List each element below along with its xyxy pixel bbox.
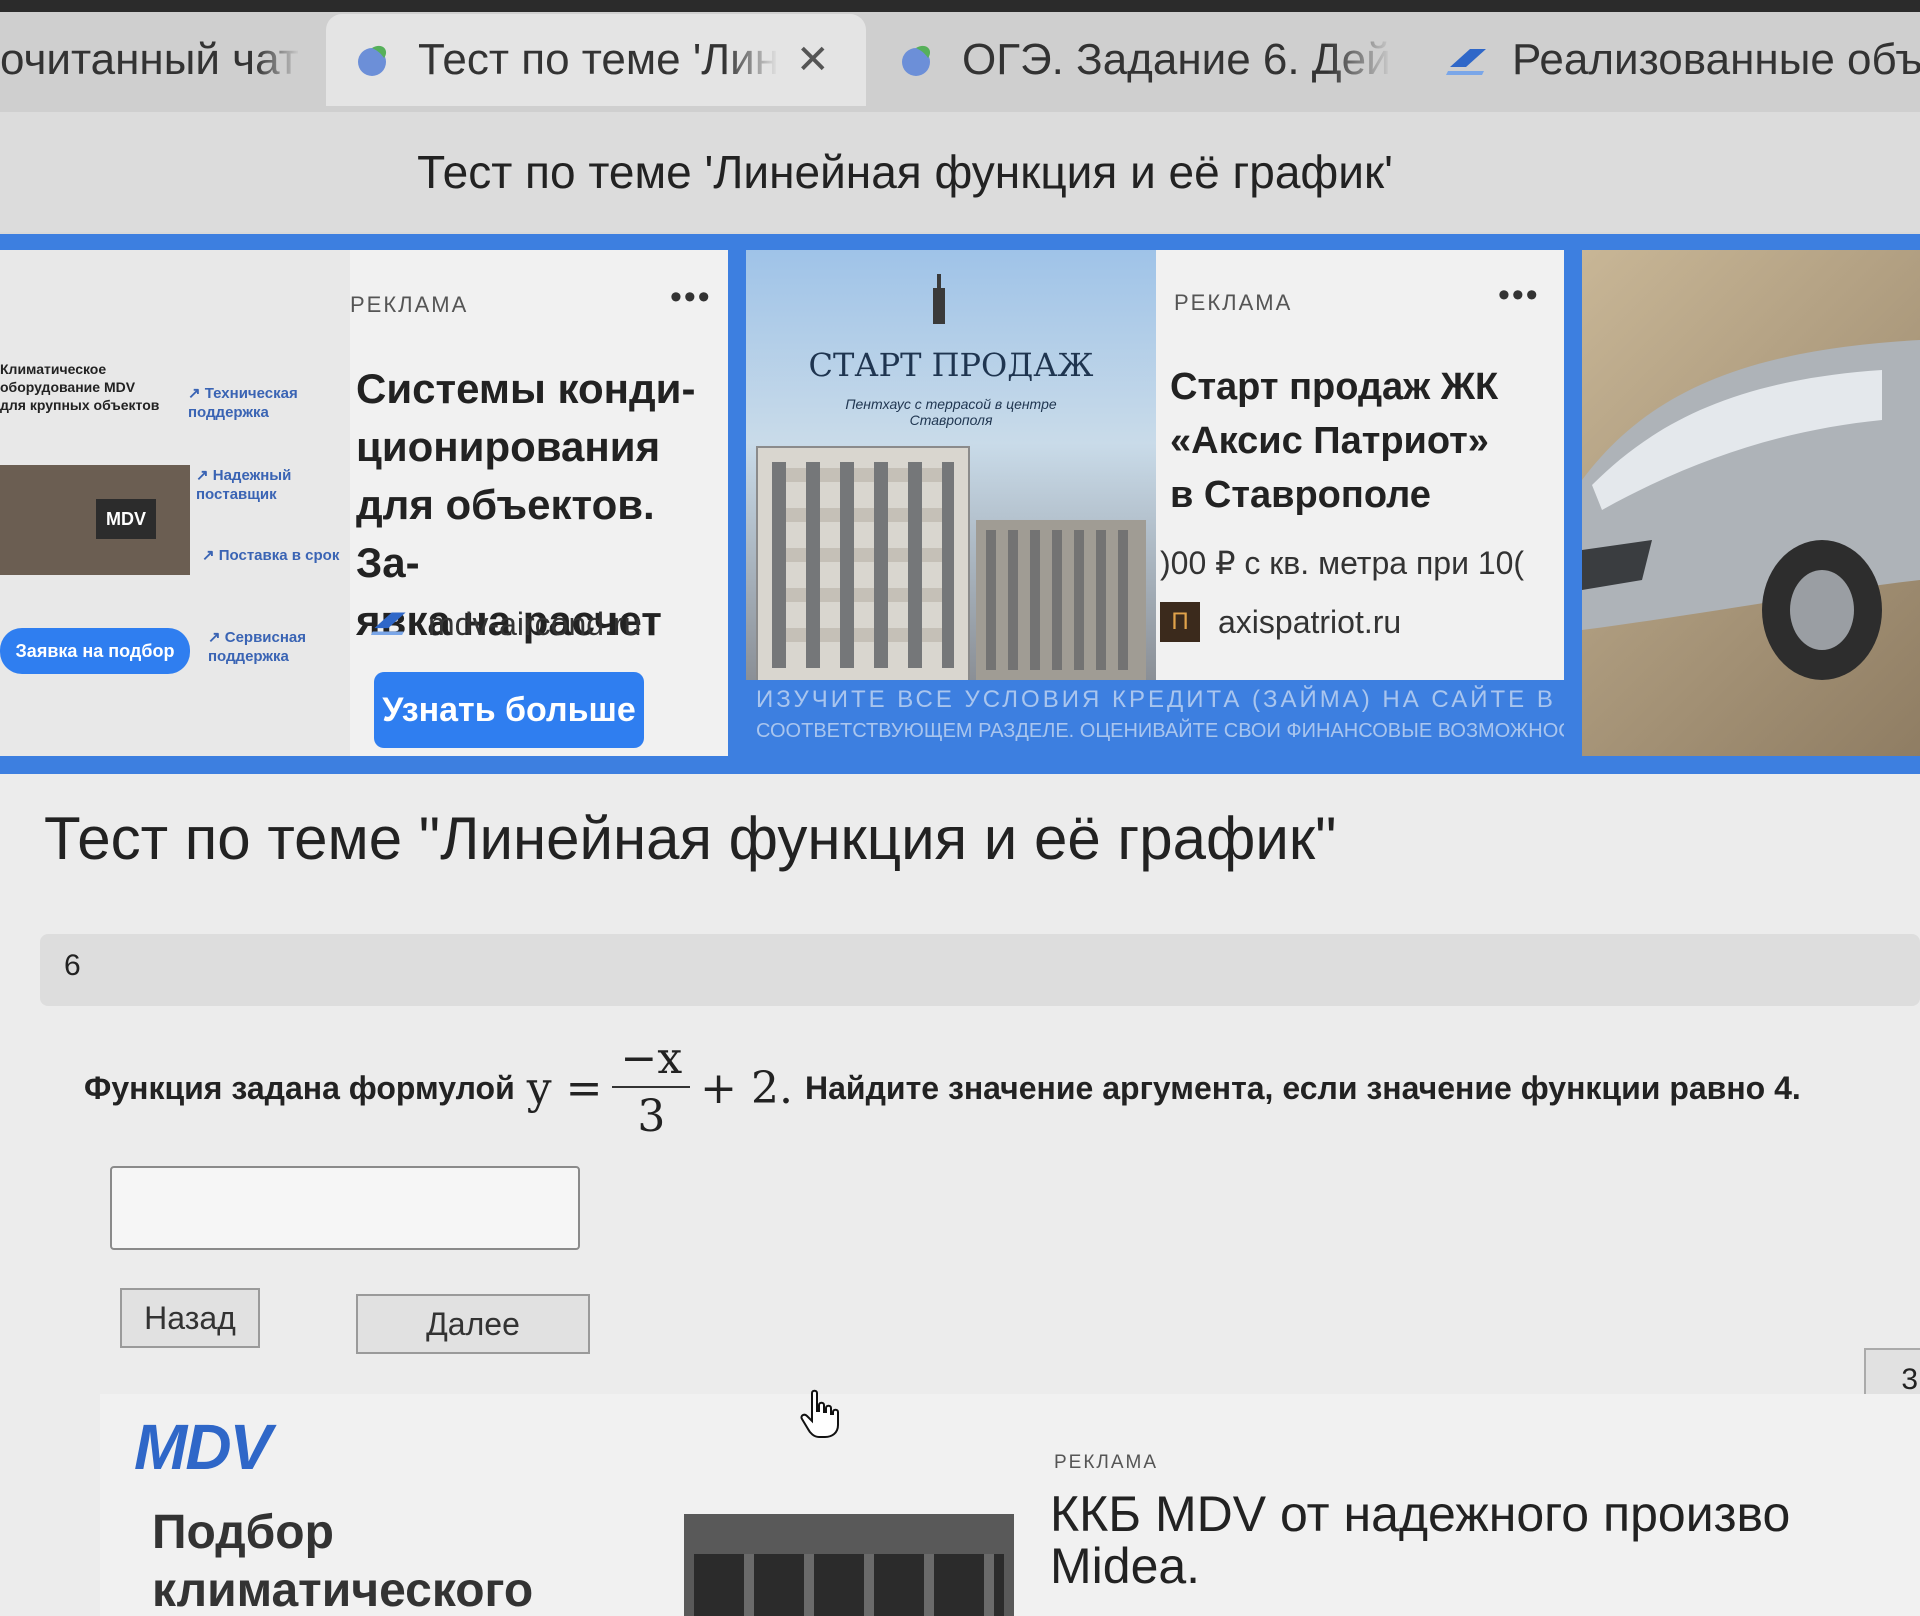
formula-rhs: + 2. [700,1062,794,1114]
ad-price-line: )00 ₽ с кв. метра при 10( [1160,545,1525,581]
ad-image: Климатическое оборудование MDV для крупн… [0,250,350,756]
page-title: Тест по теме 'Линейная функция и её граф… [417,146,1393,198]
page-title-bar: Тест по теме 'Линейная функция и её граф… [0,112,1920,232]
next-button[interactable]: Далее [356,1294,590,1354]
ad-image-caption: Климатическое оборудование MDV для крупн… [0,361,160,413]
tab-oge-task-6[interactable]: ОГЭ. Задание 6. Действи [896,14,1396,106]
car-illustration [1582,340,1920,680]
formula-lhs: y = [526,1062,603,1114]
mdv-logo-icon [370,606,410,643]
question-header-bar [40,934,1920,1006]
feature-on-time-delivery: ↗ Поставка в срок [202,547,340,564]
question-prefix: Функция задана формулой [84,1069,515,1106]
question-text: Функция задана формулой y = −x 3 + 2. На… [84,1036,1801,1140]
building-facade [756,446,970,684]
tab-label: ОГЭ. Задание 6. Действи [962,35,1392,84]
condenser-unit-image: MDV [0,465,190,575]
ad-mdv-bottom[interactable]: MDV Подбор климатического РЕКЛАМА ККБ MD… [100,1394,1920,1616]
tab-label: Тест по теме 'Линейн [418,35,778,84]
feature-reliable-supplier: ↗ Надежный поставщик [196,467,292,503]
mdv-logo-icon [1446,38,1490,82]
condenser-unit-image [684,1514,1014,1616]
ad-domain[interactable]: mdv-aircond.ru [370,606,641,643]
ad-axis-patriot[interactable]: СТАРТ ПРОДАЖ Пентхаус с террасой в центр… [746,250,1564,756]
ad-label: РЕКЛАМА [1174,290,1293,315]
ad-left-text: Подбор климатического [152,1506,534,1616]
ad-building-image: СТАРТ ПРОДАЖ Пентхаус с террасой в центр… [746,250,1156,684]
ad-more-icon[interactable]: ••• [670,278,712,317]
ad-disclaimer-line: СООТВЕТСТВУЮЩЕМ РАЗДЕЛЕ. ОЦЕНИВАЙТЕ СВОИ… [756,720,1564,742]
ad-headline: ККБ MDV от надежного произво Midea. [1050,1486,1791,1594]
feature-service-support: ↗ Сервисная поддержка [208,629,307,665]
ad-banner-strip: Климатическое оборудование MDV для крупн… [0,234,1920,774]
ad-image-title: СТАРТ ПРОДАЖ [808,346,1094,384]
tab-implemented-objects[interactable]: Реализованные объект [1446,14,1920,106]
globe-leaf-icon [896,38,940,82]
hand-pointer-icon [800,1389,839,1438]
tab-chat[interactable]: очитанный чат [0,14,300,106]
ad-image-subtitle: Пентхаус с террасой в центре Ставрополя [845,396,1057,428]
tab-linear-function-test[interactable]: Тест по теме 'Линейн ✕ [326,14,866,106]
building-background [976,520,1146,680]
ad-label: РЕКЛАМА [1054,1452,1159,1473]
question-number: 6 [64,949,81,982]
formula: y = −x 3 + 2. [527,1036,793,1140]
browser-tab-strip: очитанный чат Тест по теме 'Линейн ✕ ОГЭ… [0,0,1920,113]
ad-label: РЕКЛАМА [350,292,469,317]
axis-logo-icon: Π [1160,602,1200,642]
mdv-logo: MDV [134,1411,272,1483]
tab-label: очитанный чат [0,35,299,84]
test-content: Тест по теме "Линейная функция и её граф… [0,774,1920,1616]
learn-more-button[interactable]: Узнать больше [374,672,644,748]
ad-car-image [1582,250,1920,756]
ad-mdv-aircond[interactable]: Климатическое оборудование MDV для крупн… [0,250,728,756]
window-top-edge [0,0,1920,12]
request-selection-pill: Заявка на подбор [0,628,190,674]
answer-input[interactable] [110,1166,580,1250]
formula-denominator: 3 [637,1091,666,1142]
ad-domain[interactable]: Π axispatriot.ru [1160,602,1401,642]
globe-leaf-icon [352,38,396,82]
tower-logo-icon [933,274,945,324]
close-tab-icon[interactable]: ✕ [796,37,830,83]
ad-more-icon[interactable]: ••• [1498,276,1540,315]
ad-headline: Старт продаж ЖК «Аксис Патриот» в Ставро… [1170,366,1499,516]
mdv-box-logo: MDV [96,499,156,539]
back-button[interactable]: Назад [120,1288,260,1348]
formula-fraction: −x 3 [612,1036,691,1142]
ad-disclaimer-band: ИЗУЧИТЕ ВСЕ УСЛОВИЯ КРЕДИТА (ЗАЙМА) НА С… [746,680,1564,756]
question-suffix: Найдите значение аргумента, если значени… [805,1069,1801,1106]
test-heading: Тест по теме "Линейная функция и её граф… [44,805,1337,872]
ad-disclaimer-line: ИЗУЧИТЕ ВСЕ УСЛОВИЯ КРЕДИТА (ЗАЙМА) НА С… [756,686,1556,713]
tab-label: Реализованные объект [1512,35,1920,84]
formula-numerator: −x [612,1036,691,1088]
ad-car[interactable] [1582,250,1920,756]
feature-tech-support: ↗ Техническая поддержка [188,385,298,421]
